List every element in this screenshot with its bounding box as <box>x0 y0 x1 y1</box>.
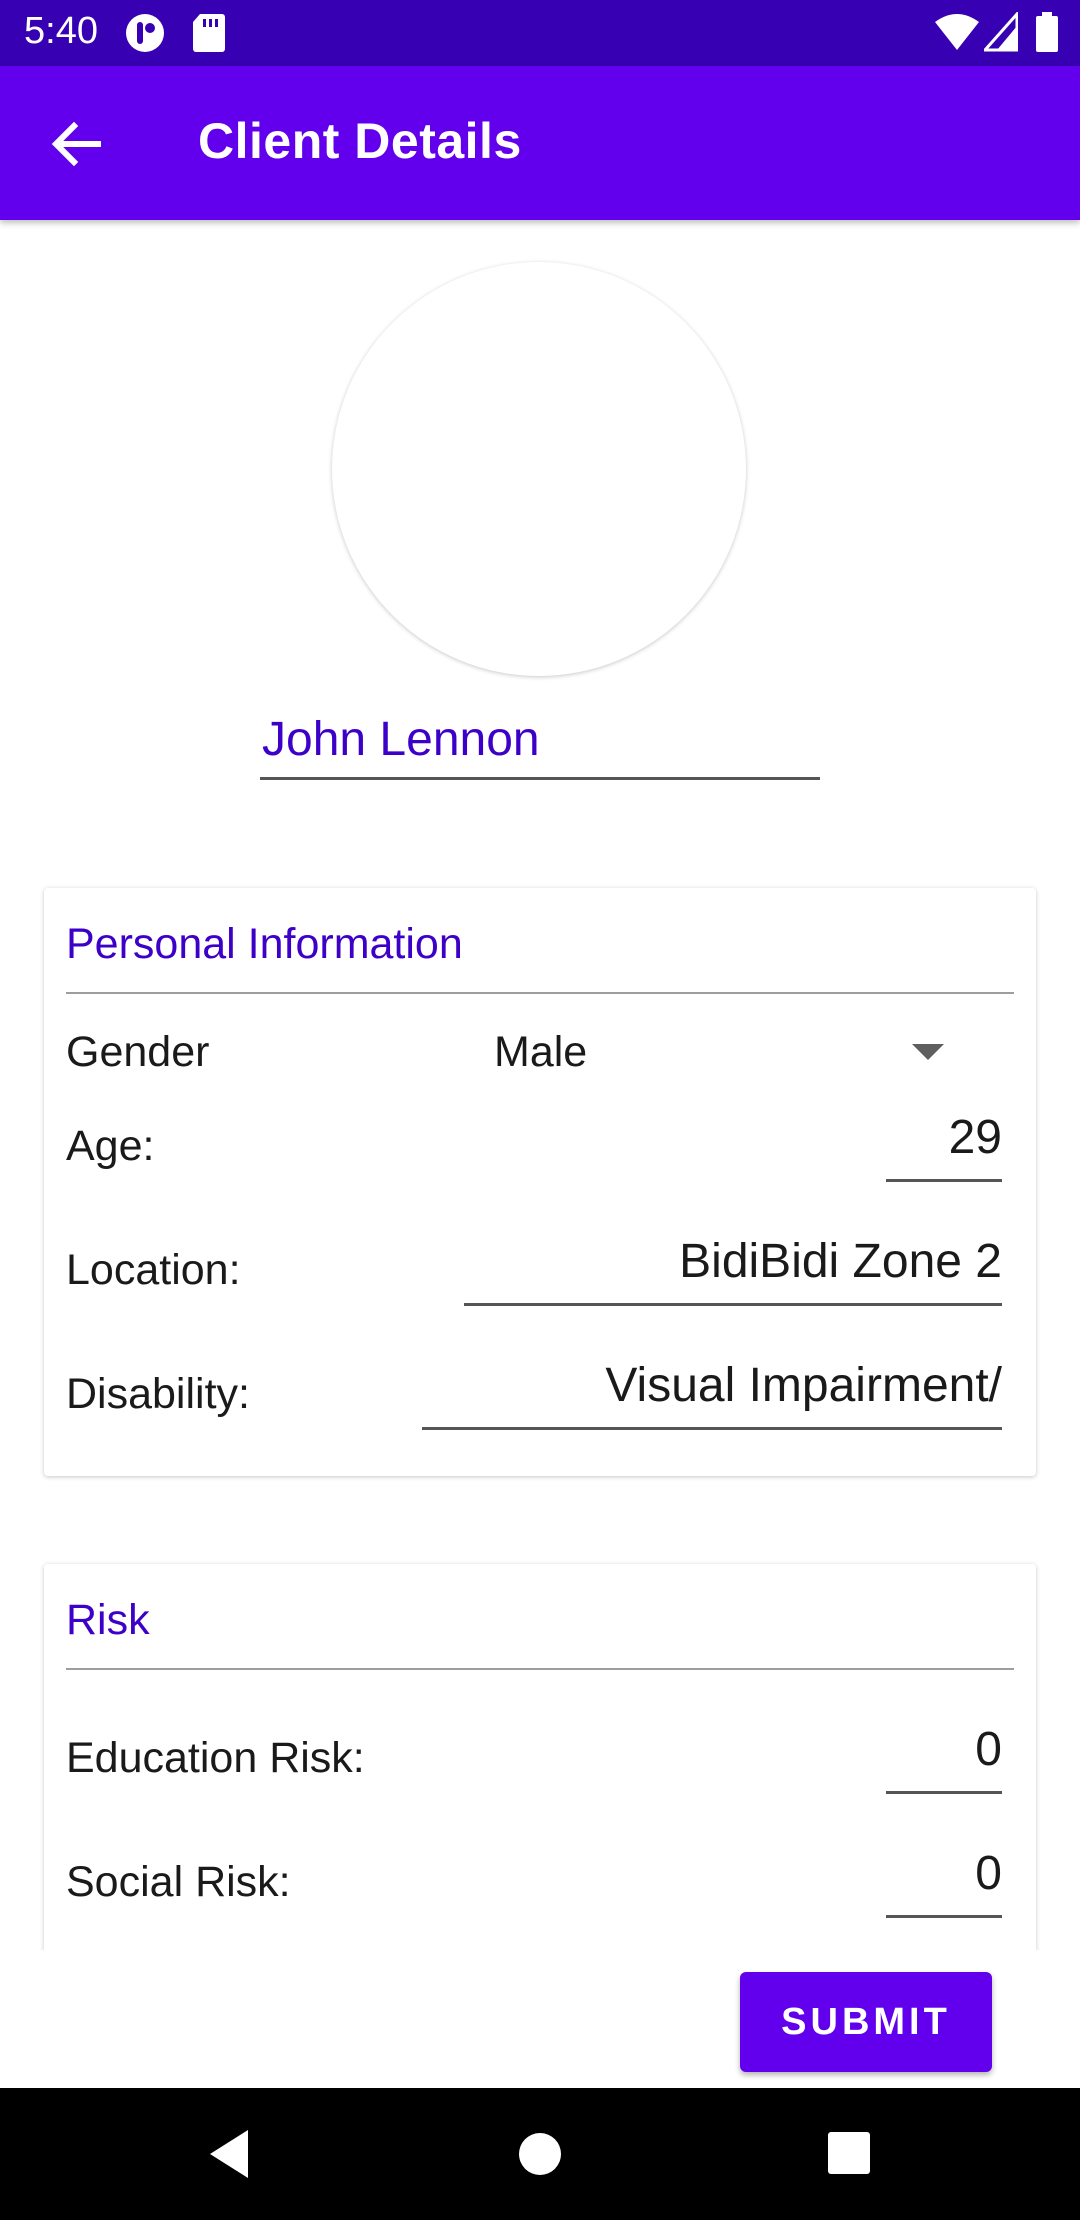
social-risk-label: Social Risk: <box>66 1858 291 1906</box>
battery-icon <box>1036 12 1058 57</box>
arrow-back-icon <box>51 121 101 167</box>
client-name-value: John Lennon <box>262 713 540 766</box>
sd-card-icon <box>192 12 226 59</box>
back-button[interactable] <box>40 108 112 180</box>
age-field[interactable]: 29 <box>886 1106 1002 1182</box>
location-label: Location: <box>66 1246 241 1294</box>
client-photo[interactable] <box>332 262 746 676</box>
social-risk-field[interactable]: 0 <box>886 1842 1002 1918</box>
age-label: Age: <box>66 1122 155 1170</box>
nav-recents-icon <box>828 2132 870 2174</box>
gender-select-value: Male <box>494 1028 588 1076</box>
app-bar: Client Details <box>0 66 1080 220</box>
nav-home-icon <box>519 2133 561 2175</box>
section-divider <box>66 1668 1014 1670</box>
page-title: Client Details <box>198 113 522 169</box>
personal-information-card: Personal Information Gender Male Age: 29… <box>44 888 1036 1476</box>
risk-title: Risk <box>66 1596 150 1644</box>
location-field[interactable]: BidiBidi Zone 2 <box>464 1230 1002 1306</box>
status-bar: 5:40 <box>0 0 1080 66</box>
nav-recents-button[interactable] <box>818 2122 882 2186</box>
nav-back-icon <box>210 2130 248 2178</box>
chevron-down-icon <box>912 1044 944 1067</box>
education-risk-label: Education Risk: <box>66 1734 365 1782</box>
navigation-bar <box>0 2088 1080 2220</box>
wifi-icon <box>934 12 980 57</box>
section-divider <box>66 992 1014 994</box>
client-name-field[interactable]: John Lennon <box>260 700 820 780</box>
personal-information-title: Personal Information <box>66 920 463 968</box>
status-time: 5:40 <box>24 10 98 52</box>
risk-card: Risk Education Risk: 0 Social Risk: 0 <box>44 1564 1036 1954</box>
submit-button[interactable]: SUBMIT <box>740 1972 992 2072</box>
nav-home-button[interactable] <box>508 2122 572 2186</box>
disability-field[interactable]: Visual Impairment/ <box>422 1354 1002 1430</box>
education-risk-field[interactable]: 0 <box>886 1718 1002 1794</box>
client-details-screen: 5:40 Client Details John Lennon Personal… <box>0 0 1080 2220</box>
gender-label: Gender <box>66 1028 210 1076</box>
notification-app-icon <box>124 12 166 59</box>
gender-select[interactable]: Male <box>474 1014 1014 1090</box>
disability-label: Disability: <box>66 1370 250 1418</box>
signal-icon <box>981 10 1019 57</box>
nav-back-button[interactable] <box>202 2122 266 2186</box>
